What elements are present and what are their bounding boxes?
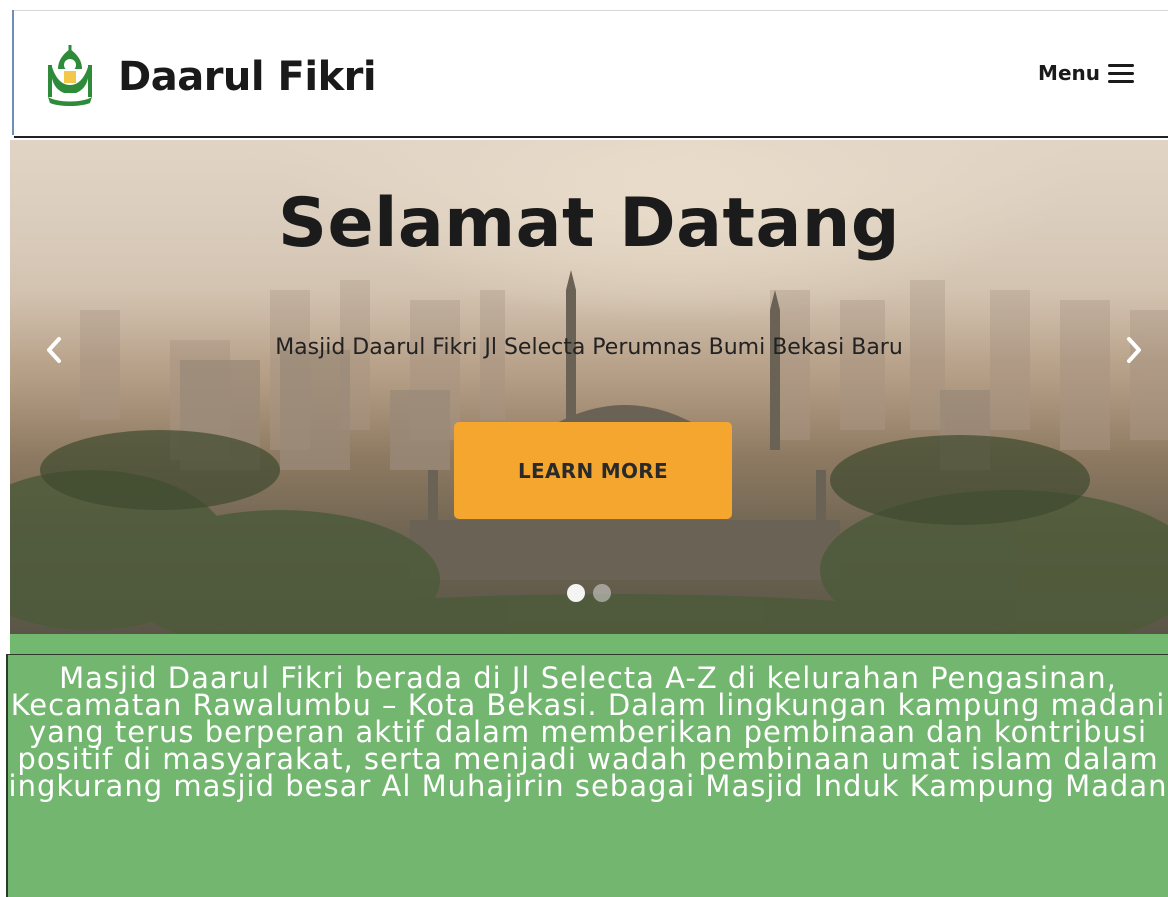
about-text: Masjid Daarul Fikri berada di Jl Selecta… — [6, 661, 1168, 803]
carousel-indicators — [567, 584, 611, 602]
navbar: Daarul Fikri Menu — [14, 11, 1168, 138]
hero-title: Selamat Datang — [277, 184, 901, 263]
brand-name[interactable]: Daarul Fikri — [118, 54, 377, 100]
hero-carousel[interactable]: Selamat Datang Masjid Daarul Fikri Jl Se… — [10, 140, 1168, 634]
carousel-prev-button[interactable] — [34, 330, 74, 370]
carousel-next-button[interactable] — [1114, 330, 1154, 370]
chevron-right-icon — [1127, 337, 1141, 363]
carousel-dot-2[interactable] — [593, 584, 611, 602]
menu-label: Menu — [1038, 61, 1100, 85]
hamburger-icon — [1108, 64, 1134, 83]
green-band — [10, 634, 1168, 654]
mosque-logo-icon — [48, 45, 92, 106]
hero-subtitle: Masjid Daarul Fikri Jl Selecta Perumnas … — [275, 335, 903, 360]
learn-more-button[interactable]: LEARN MORE — [454, 422, 732, 519]
menu-button[interactable]: Menu — [1038, 61, 1136, 85]
about-section: Masjid Daarul Fikri berada di Jl Selecta… — [6, 654, 1168, 897]
chevron-left-icon — [47, 337, 61, 363]
brand[interactable]: Daarul Fikri — [44, 45, 377, 109]
carousel-dot-1[interactable] — [567, 584, 585, 602]
